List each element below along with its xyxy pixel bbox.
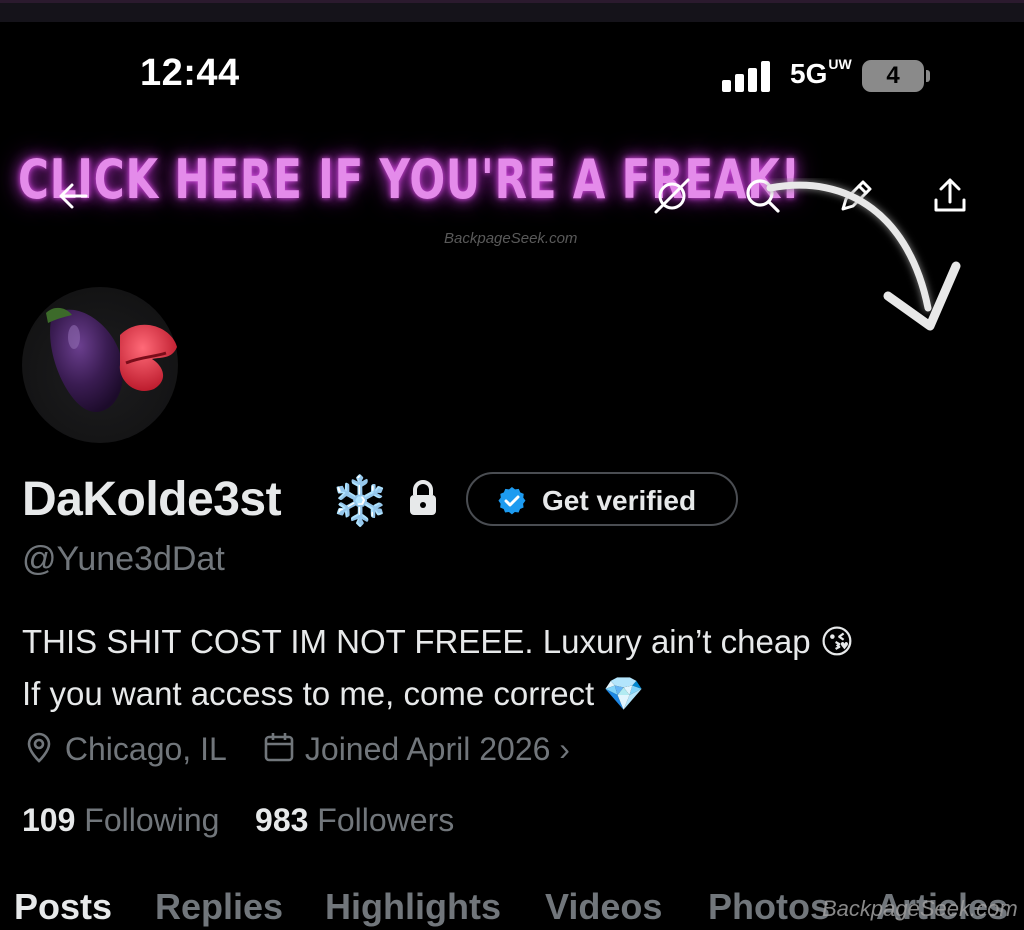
signal-icon — [722, 60, 774, 92]
joined-text: Joined April 2026 — [304, 731, 551, 767]
grok-icon[interactable] — [650, 174, 694, 218]
following-label: Following — [84, 802, 220, 838]
display-name: DaKolde3st — [22, 473, 282, 526]
curved-arrow-icon — [766, 181, 961, 331]
chevron-right-icon: › — [559, 731, 570, 767]
tab-highlights[interactable]: Highlights — [325, 886, 501, 928]
kiss-emoji: 😘 — [819, 622, 855, 661]
bio: THIS SHIT COST IM NOT FREEE. Luxury ain’… — [22, 616, 1002, 720]
verified-badge-icon — [498, 487, 526, 515]
tab-videos[interactable]: Videos — [545, 886, 662, 928]
following-count: 109 — [22, 802, 76, 838]
followers-count: 983 — [255, 802, 309, 838]
tab-photos[interactable]: Photos — [708, 886, 830, 928]
follow-counts: 109 Following 983 Followers — [22, 802, 454, 839]
snowflake-emoji: ❄️ — [330, 473, 390, 529]
location-pin-icon — [27, 732, 51, 763]
network-label: 5G — [790, 58, 828, 89]
bio-line-2: If you want access to me, come correct 💎 — [22, 668, 1002, 720]
network-suffix: UW — [828, 56, 852, 72]
tab-replies[interactable]: Replies — [155, 886, 283, 928]
lock-icon — [406, 478, 440, 518]
user-handle: @Yune3dDat — [22, 540, 225, 578]
gem-emoji: 💎 — [603, 674, 645, 713]
top-band — [0, 0, 1024, 22]
top-band-line — [0, 0, 1024, 3]
battery-level: 4 — [886, 62, 900, 89]
bio-text-1: THIS SHIT COST IM NOT FREEE. Luxury ain’… — [22, 623, 811, 660]
battery-cap — [926, 70, 930, 82]
status-time: 12:44 — [140, 52, 240, 94]
joined-item[interactable]: Joined April 2026 › — [262, 730, 570, 768]
location-item: Chicago, IL — [22, 730, 227, 768]
calendar-icon — [264, 733, 294, 762]
network-indicator: 5GUW — [790, 56, 852, 90]
following-link[interactable]: 109 Following — [22, 802, 219, 838]
watermark-top: BackpageSeek.com — [444, 230, 578, 247]
bio-text-2: If you want access to me, come correct — [22, 675, 595, 712]
tab-posts[interactable]: Posts — [14, 886, 112, 928]
back-arrow-icon[interactable] — [52, 174, 96, 218]
battery-icon: 4 — [862, 60, 924, 92]
bio-line-1: THIS SHIT COST IM NOT FREEE. Luxury ain’… — [22, 616, 1002, 668]
watermark-bottom: BackpageSeek.com — [822, 896, 1018, 921]
followers-link[interactable]: 983 Followers — [255, 802, 454, 838]
get-verified-label: Get verified — [542, 485, 697, 516]
location-text: Chicago, IL — [64, 731, 227, 767]
followers-label: Followers — [317, 802, 455, 838]
get-verified-button[interactable]: Get verified — [466, 472, 738, 526]
avatar[interactable] — [22, 287, 178, 443]
